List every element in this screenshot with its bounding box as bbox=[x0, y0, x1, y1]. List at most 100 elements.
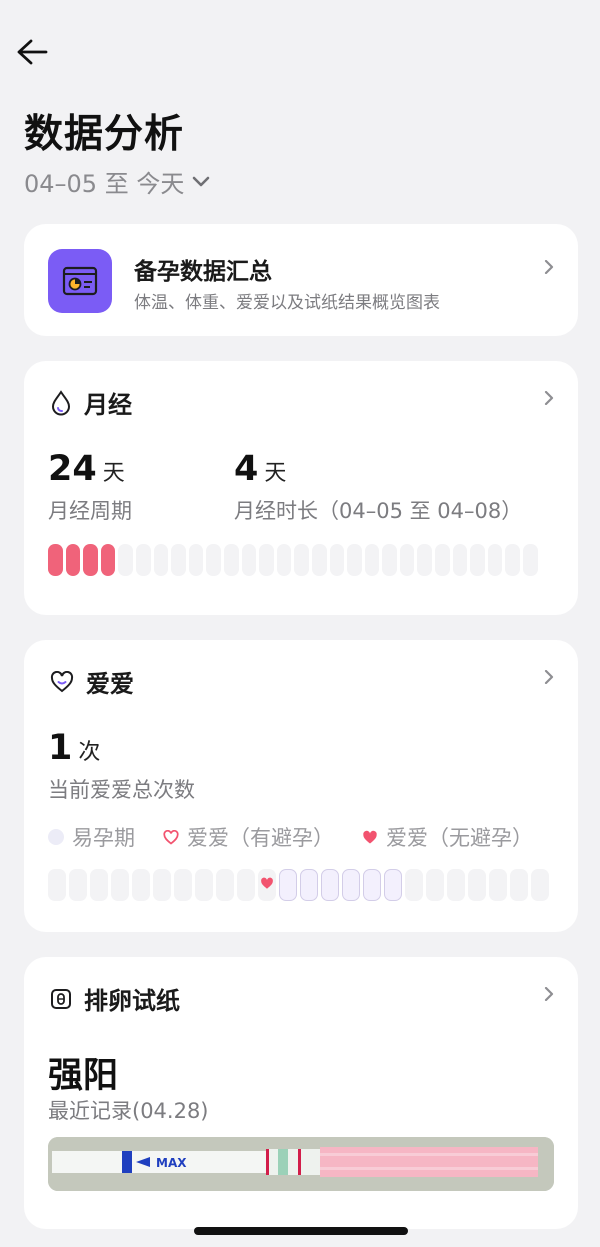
love-day-segment bbox=[384, 869, 402, 901]
test-strip-icon bbox=[51, 988, 71, 1009]
period-day-segment bbox=[452, 544, 468, 576]
chevron-down-icon bbox=[193, 176, 210, 186]
back-button[interactable] bbox=[10, 30, 54, 74]
period-day-segment bbox=[311, 544, 327, 576]
test-strip-image: MAX bbox=[48, 1137, 554, 1191]
period-day-segment bbox=[382, 544, 397, 576]
duration-stat: 4天 月经时长（04–05 至 04–08） bbox=[234, 449, 522, 525]
period-day-bar bbox=[48, 544, 538, 576]
love-count-label: 当前爱爱总次数 bbox=[48, 778, 195, 802]
love-day-segment bbox=[132, 869, 150, 901]
love-day-segment bbox=[195, 869, 213, 901]
filled-heart-icon bbox=[363, 830, 377, 843]
love-day-segment bbox=[153, 869, 171, 901]
period-day-segment bbox=[153, 544, 169, 576]
period-day-segment bbox=[505, 544, 521, 576]
legend-unprotected: 爱爱（无避孕） bbox=[362, 822, 533, 852]
summary-card[interactable]: 备孕数据汇总 体温、体重、爱爱以及试纸结果概览图表 bbox=[24, 224, 578, 336]
summary-subtitle: 体温、体重、爱爱以及试纸结果概览图表 bbox=[134, 293, 440, 313]
heart-icon bbox=[50, 670, 74, 692]
love-day-segment bbox=[90, 869, 108, 901]
period-day-segment bbox=[259, 544, 274, 576]
period-card[interactable]: 月经 24 天 月经周期 4天 月经时长（04–05 至 04–08） bbox=[24, 361, 578, 615]
love-day-segment bbox=[48, 869, 66, 901]
arrow-left-icon bbox=[17, 39, 48, 65]
period-day-segment bbox=[188, 544, 204, 576]
test-strip-photo[interactable]: MAX bbox=[48, 1137, 554, 1191]
ovulation-title: 排卵试纸 bbox=[84, 987, 180, 1015]
love-count-stat: 1次 当前爱爱总次数 bbox=[48, 728, 195, 804]
duration-unit: 天 bbox=[264, 461, 287, 486]
period-day-segment bbox=[48, 544, 63, 576]
love-day-segment bbox=[510, 869, 528, 901]
date-range-selector[interactable]: 04–05 至 今天 bbox=[24, 164, 210, 199]
cycle-stat: 24 天 月经周期 bbox=[48, 449, 132, 525]
love-day-segment bbox=[426, 869, 444, 901]
period-day-segment bbox=[276, 544, 292, 576]
period-day-segment bbox=[223, 544, 239, 576]
cycle-label: 月经周期 bbox=[48, 499, 132, 523]
drop-icon bbox=[51, 389, 71, 415]
love-day-segment bbox=[447, 869, 465, 901]
legend-fertile-label: 易孕期 bbox=[72, 826, 135, 850]
love-day-segment bbox=[405, 869, 423, 901]
outline-heart-icon bbox=[163, 829, 179, 845]
chevron-right-icon bbox=[544, 391, 554, 405]
strip-max-label: MAX bbox=[156, 1156, 187, 1170]
love-heart-icon bbox=[261, 877, 273, 889]
love-count-unit: 次 bbox=[78, 740, 101, 765]
period-day-segment bbox=[135, 544, 151, 576]
period-day-segment bbox=[364, 544, 380, 576]
period-day-segment bbox=[65, 544, 81, 576]
date-range-label: 04–05 至 今天 bbox=[24, 170, 185, 198]
love-day-segment bbox=[237, 869, 255, 901]
period-day-segment bbox=[435, 544, 450, 576]
legend-protected: 爱爱（有避孕） bbox=[163, 822, 334, 852]
love-day-segment bbox=[489, 869, 507, 901]
legend-unprotected-label: 爱爱（无避孕） bbox=[386, 826, 533, 850]
period-day-segment bbox=[100, 544, 116, 576]
love-title: 爱爱 bbox=[86, 670, 134, 698]
period-day-segment bbox=[399, 544, 415, 576]
chevron-right-icon bbox=[544, 987, 554, 1001]
fertile-dot-icon bbox=[48, 829, 64, 845]
period-day-segment bbox=[487, 544, 503, 576]
love-day-segment bbox=[321, 869, 339, 901]
summary-title: 备孕数据汇总 bbox=[134, 259, 272, 285]
chart-card-icon bbox=[48, 249, 112, 313]
love-day-segment bbox=[111, 869, 129, 901]
period-title: 月经 bbox=[84, 391, 132, 419]
period-day-segment bbox=[523, 544, 538, 576]
period-day-segment bbox=[329, 544, 345, 576]
period-day-segment bbox=[294, 544, 309, 576]
period-day-segment bbox=[347, 544, 362, 576]
love-day-bar bbox=[48, 869, 549, 901]
love-day-segment bbox=[279, 869, 297, 901]
period-day-segment bbox=[417, 544, 433, 576]
cycle-value: 24 bbox=[48, 449, 97, 489]
cycle-unit: 天 bbox=[102, 461, 125, 486]
ovulation-card[interactable]: 排卵试纸 强阳 最近记录(04.28) MAX bbox=[24, 957, 578, 1229]
legend-protected-label: 爱爱（有避孕） bbox=[187, 826, 334, 850]
love-day-segment bbox=[216, 869, 234, 901]
period-day-segment bbox=[206, 544, 221, 576]
love-day-segment bbox=[468, 869, 486, 901]
chevron-right-icon bbox=[544, 260, 554, 274]
love-count-value: 1 bbox=[48, 728, 73, 768]
love-day-segment bbox=[258, 869, 276, 901]
love-day-segment bbox=[363, 869, 381, 901]
love-day-segment bbox=[342, 869, 360, 901]
period-day-segment bbox=[241, 544, 257, 576]
love-day-segment bbox=[300, 869, 318, 901]
period-day-segment bbox=[171, 544, 186, 576]
love-day-segment bbox=[531, 869, 549, 901]
chevron-right-icon bbox=[544, 670, 554, 684]
legend-fertile: 易孕期 bbox=[48, 822, 135, 852]
period-day-segment bbox=[470, 544, 485, 576]
duration-label: 月经时长（04–05 至 04–08） bbox=[234, 499, 523, 523]
period-day-segment bbox=[118, 544, 133, 576]
ovulation-result: 强阳 bbox=[48, 1056, 119, 1096]
home-indicator[interactable] bbox=[194, 1227, 408, 1235]
love-card[interactable]: 爱爱 1次 当前爱爱总次数 易孕期 爱爱（有避孕） 爱爱（无避孕） bbox=[24, 640, 578, 932]
period-day-segment bbox=[83, 544, 98, 576]
